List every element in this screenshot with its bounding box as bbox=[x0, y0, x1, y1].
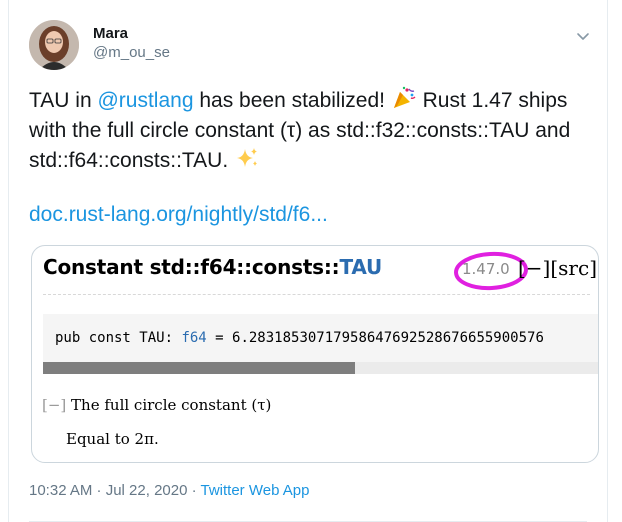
code-type: f64 bbox=[181, 330, 207, 346]
collapse-toggle: [−] bbox=[42, 396, 67, 414]
code-block: pub const TAU: f64 = 6.28318530717958647… bbox=[43, 314, 598, 362]
code-scrollbar-thumb bbox=[43, 362, 355, 374]
author-handle[interactable]: @m_ou_se bbox=[93, 44, 170, 61]
author-block: Mara @m_ou_se bbox=[93, 25, 170, 61]
chevron-down-icon[interactable] bbox=[571, 24, 595, 48]
doc-link[interactable]: doc.rust-lang.org/nightly/std/f6... bbox=[29, 203, 328, 227]
avatar[interactable] bbox=[29, 20, 79, 70]
sparkles-icon bbox=[234, 146, 260, 168]
divider bbox=[43, 294, 590, 295]
link-card[interactable]: Constant std::f64::consts::TAU 1.47.0 [−… bbox=[31, 245, 599, 463]
code-prefix: pub const TAU: bbox=[55, 330, 182, 346]
code-scrollbar bbox=[43, 362, 598, 374]
code-suffix: = 6.28318530717958647692528676655900576 bbox=[206, 330, 544, 346]
card-title-prefix: Constant std::f64::consts:: bbox=[43, 255, 340, 279]
tweet-text: TAU in @rustlang has been stabilized! Ru… bbox=[29, 86, 605, 176]
author-name[interactable]: Mara bbox=[93, 25, 170, 42]
card-title: Constant std::f64::consts::TAU bbox=[43, 255, 382, 279]
src-link: [−][src] bbox=[518, 256, 597, 280]
tweet-meta: 10:32 AM · Jul 22, 2020 · Twitter Web Ap… bbox=[29, 482, 309, 499]
source-app[interactable]: Twitter Web App bbox=[201, 482, 310, 499]
card-title-name: TAU bbox=[339, 255, 383, 279]
description: [−] The full circle constant (τ) bbox=[42, 396, 271, 414]
tweet-text-part1: TAU in bbox=[29, 89, 98, 112]
equal-text: Equal to 2π. bbox=[66, 430, 159, 448]
tweet-timestamp[interactable]: 10:32 AM · Jul 22, 2020 · bbox=[29, 482, 201, 499]
tweet-text-part2: has been stabilized! bbox=[193, 89, 391, 112]
party-popper-icon bbox=[391, 86, 417, 108]
mention-link[interactable]: @rustlang bbox=[97, 89, 193, 112]
description-text: The full circle constant (τ) bbox=[66, 396, 272, 414]
tweet: Mara @m_ou_se TAU in @rustlang has been … bbox=[8, 0, 608, 522]
